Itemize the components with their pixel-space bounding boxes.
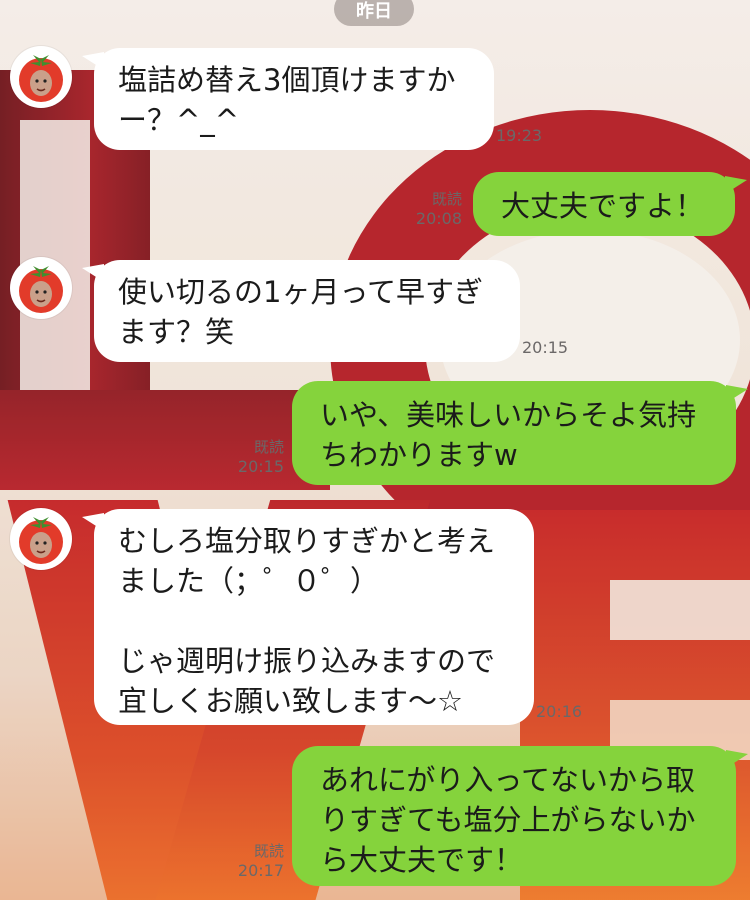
message-bubble-outgoing[interactable]: いや、美味しいからそよ気持 ちわかりますw bbox=[292, 381, 736, 485]
message-bubble-incoming[interactable]: 使い切るの1ヶ月って早すぎ ます？笑 bbox=[94, 260, 520, 362]
message-meta: 既読 20:17 bbox=[222, 842, 284, 880]
message-meta: 20:16 bbox=[536, 702, 596, 721]
message-meta: 既読 20:15 bbox=[222, 438, 284, 476]
message-meta: 既読 20:08 bbox=[400, 190, 462, 228]
read-receipt: 既読 bbox=[431, 190, 462, 208]
message-meta: 19:23 bbox=[496, 126, 556, 145]
message-time: 20:15 bbox=[237, 457, 284, 476]
message-time: 19:23 bbox=[496, 126, 543, 145]
contact-avatar[interactable] bbox=[10, 257, 72, 319]
message-time: 20:08 bbox=[415, 209, 462, 228]
read-receipt: 既読 bbox=[253, 438, 284, 456]
tomato-face-icon bbox=[19, 266, 63, 313]
contact-avatar[interactable] bbox=[10, 508, 72, 570]
tomato-face-icon bbox=[19, 55, 63, 102]
message-time: 20:17 bbox=[237, 861, 284, 880]
read-receipt: 既読 bbox=[253, 842, 284, 860]
contact-avatar[interactable] bbox=[10, 46, 72, 108]
message-bubble-outgoing[interactable]: 大丈夫ですよ！ bbox=[473, 172, 735, 236]
message-bubble-incoming[interactable]: 塩詰め替え3個頂けますか ー？^_^ bbox=[94, 48, 494, 150]
message-bubble-outgoing[interactable]: あれにがり入ってないから取 りすぎても塩分上がらないか ら大丈夫です！ bbox=[292, 746, 736, 886]
tomato-face-icon bbox=[19, 517, 63, 564]
message-time: 20:16 bbox=[536, 702, 583, 721]
message-bubble-incoming[interactable]: むしろ塩分取りすぎかと考え ました（；゜０゜） じゃ週明け振り込みますので 宜し… bbox=[94, 509, 534, 725]
chat-thread[interactable]: 塩詰め替え3個頂けますか ー？^_^ 19:23 既読 20:08 大丈夫ですよ… bbox=[0, 0, 750, 900]
message-time: 20:15 bbox=[522, 338, 569, 357]
message-meta: 20:15 bbox=[522, 338, 582, 357]
date-separator: 昨日 bbox=[334, 0, 414, 26]
